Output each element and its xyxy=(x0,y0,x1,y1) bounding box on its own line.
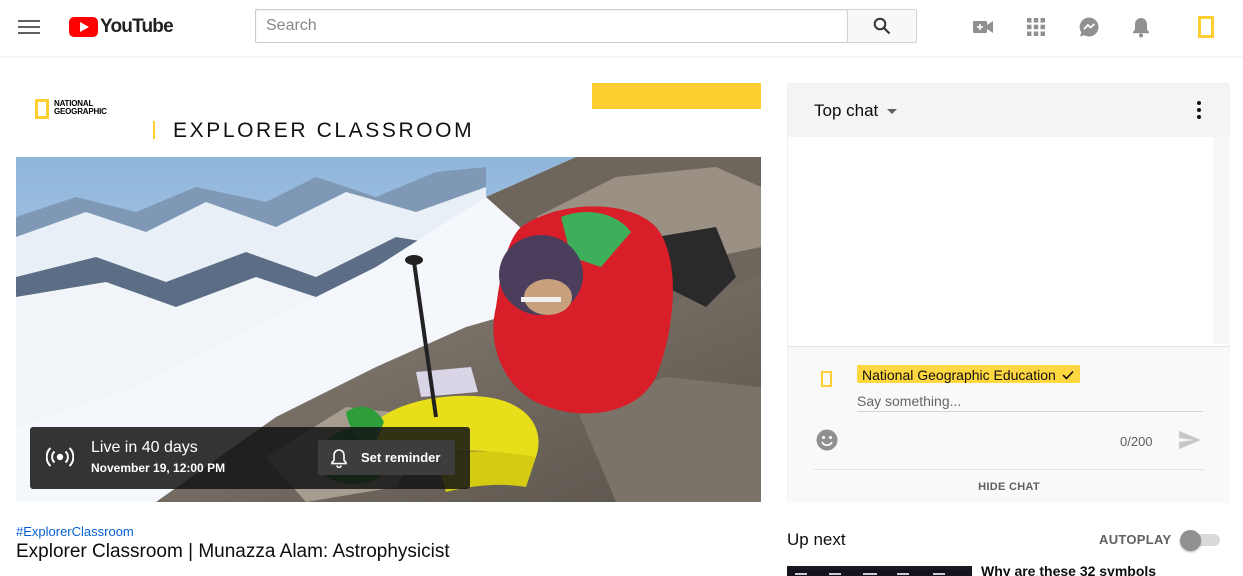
author-name-chip: National Geographic Education xyxy=(857,365,1080,383)
autoplay-label: AUTOPLAY xyxy=(1099,532,1172,547)
logo-text: YouTube xyxy=(100,16,174,37)
national-geographic-avatar-icon xyxy=(1198,16,1214,38)
up-next-heading: Up next xyxy=(787,530,846,549)
search-button[interactable] xyxy=(847,9,917,43)
title-accent-bar xyxy=(153,121,155,139)
set-reminder-label: Set reminder xyxy=(361,450,441,465)
masthead: YouTube xyxy=(0,0,1243,56)
messages-icon xyxy=(1079,17,1099,37)
live-status-text: Live in 40 days xyxy=(91,439,198,456)
composer-divider xyxy=(814,469,1204,470)
youtube-play-icon xyxy=(69,17,98,37)
up-next-video-title[interactable]: Why are these 32 symbols xyxy=(981,563,1156,576)
autoplay-toggle[interactable] xyxy=(1180,530,1220,551)
messages-button[interactable] xyxy=(1076,14,1102,40)
menu-icon[interactable] xyxy=(16,16,42,38)
series-title: EXPLORER CLASSROOM xyxy=(173,119,475,142)
apps-grid-icon xyxy=(1027,18,1045,36)
brand-yellow-banner xyxy=(592,83,761,109)
author-name: National Geographic Education xyxy=(862,366,1056,383)
series-title-card: EXPLORER CLASSROOM xyxy=(128,109,761,157)
emoji-icon[interactable] xyxy=(816,429,838,451)
video-camera-add-icon xyxy=(973,21,993,33)
hide-chat-button[interactable]: HIDE CHAT xyxy=(788,481,1230,493)
search-input[interactable] xyxy=(255,9,847,43)
hashtag-link[interactable]: #ExplorerClassroom xyxy=(16,524,134,539)
apps-button[interactable] xyxy=(1023,14,1049,40)
send-icon[interactable] xyxy=(1177,429,1203,451)
scheduled-time: November 19, 12:00 PM xyxy=(91,461,226,475)
natgeo-logo-icon xyxy=(35,99,49,119)
chat-message-input[interactable] xyxy=(857,390,1203,412)
upcoming-live-overlay: Live in 40 days November 19, 12:00 PM Se… xyxy=(30,427,470,489)
video-player[interactable]: NATIONAL GEOGRAPHIC EXPLORER CLASSROOM L… xyxy=(16,83,761,502)
account-avatar[interactable] xyxy=(1193,14,1219,40)
character-counter: 0/200 xyxy=(1120,434,1153,449)
chat-mode-dropdown[interactable]: Top chat xyxy=(814,101,898,121)
toggle-knob xyxy=(1180,530,1201,551)
caret-down-icon xyxy=(887,108,898,114)
live-broadcast-icon xyxy=(46,447,74,467)
chat-composer: National Geographic Education 0/200 HIDE… xyxy=(788,346,1230,503)
chat-header: Top chat xyxy=(788,84,1230,137)
create-video-button[interactable] xyxy=(970,14,996,40)
youtube-logo[interactable]: YouTube xyxy=(69,14,174,40)
set-reminder-button[interactable]: Set reminder xyxy=(318,440,455,475)
chat-scrollbar[interactable] xyxy=(1213,137,1229,344)
video-title: Explorer Classroom | Munazza Alam: Astro… xyxy=(16,541,450,562)
notifications-button[interactable] xyxy=(1128,14,1154,40)
up-next-thumbnail[interactable] xyxy=(787,566,972,576)
author-avatar xyxy=(821,371,832,387)
more-options-icon[interactable] xyxy=(1193,101,1205,121)
natgeo-wordmark: NATIONAL GEOGRAPHIC xyxy=(54,99,107,116)
bell-icon xyxy=(331,448,347,468)
verified-check-icon xyxy=(1062,370,1074,380)
thumbnail-image xyxy=(787,569,972,576)
search-icon xyxy=(873,17,891,35)
live-chat-panel: Top chat National Geographic Education 0… xyxy=(787,83,1230,503)
bell-icon xyxy=(1133,18,1149,38)
search-bar xyxy=(255,9,917,43)
chat-mode-label: Top chat xyxy=(814,101,879,120)
